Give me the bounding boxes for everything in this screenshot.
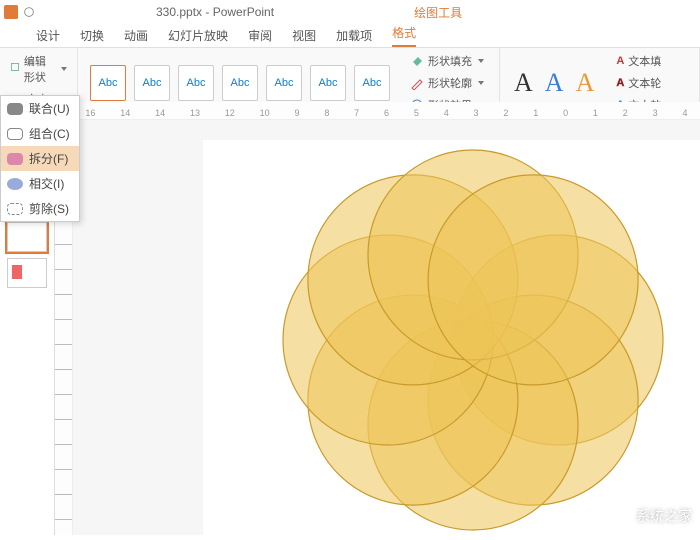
merge-subtract[interactable]: 剪除(S) <box>1 196 79 221</box>
house-icon <box>600 503 630 529</box>
shape-style-6[interactable]: Abc <box>310 65 346 101</box>
text-fill-icon: A <box>616 55 624 67</box>
slide-thumb-3[interactable] <box>7 258 47 288</box>
pen-icon <box>410 76 424 90</box>
shape-outline-label: 形状轮廓 <box>428 75 472 91</box>
shape-style-4[interactable]: Abc <box>222 65 258 101</box>
merge-combine[interactable]: 组合(C) <box>1 121 79 146</box>
shape-style-2[interactable]: Abc <box>134 65 170 101</box>
merge-fragment[interactable]: 拆分(F) <box>1 146 79 171</box>
ribbon-tabs: 设计 切换 动画 幻灯片放映 审阅 视图 加载项 格式 <box>0 24 700 48</box>
tab-review[interactable]: 审阅 <box>248 27 272 44</box>
intersect-icon <box>7 178 23 190</box>
wordart-style-2[interactable]: A <box>545 68 564 98</box>
window-title: 330.pptx - PowerPoint <box>156 5 274 19</box>
text-outline-icon: A <box>616 77 624 89</box>
merge-shapes-menu: 联合(U) 组合(C) 拆分(F) 相交(I) 剪除(S) <box>0 95 80 222</box>
shape-fill-label: 形状填充 <box>428 53 472 69</box>
intersect-label: 相交(I) <box>29 175 64 192</box>
merge-union[interactable]: 联合(U) <box>1 96 79 121</box>
edit-shape-icon <box>10 62 20 76</box>
combine-label: 组合(C) <box>29 125 70 142</box>
contextual-tab-label: 绘图工具 <box>414 4 462 21</box>
text-fill-button[interactable]: A 文本填 <box>612 51 665 71</box>
tab-transitions[interactable]: 切换 <box>80 27 104 44</box>
tab-format[interactable]: 格式 <box>392 24 416 47</box>
shape-style-3[interactable]: Abc <box>178 65 214 101</box>
fragment-label: 拆分(F) <box>29 150 68 167</box>
shape-style-1[interactable]: Abc <box>90 65 126 101</box>
tab-slideshow[interactable]: 幻灯片放映 <box>168 27 228 44</box>
tab-animations[interactable]: 动画 <box>124 27 148 44</box>
subtract-label: 剪除(S) <box>29 200 69 217</box>
fragment-icon <box>7 153 23 165</box>
bucket-icon <box>410 54 424 68</box>
slide-canvas[interactable] <box>203 140 700 540</box>
union-label: 联合(U) <box>29 100 70 117</box>
text-fill-label: 文本填 <box>628 53 661 69</box>
wordart-style-1[interactable]: A <box>514 68 533 98</box>
edit-shape-label: 编辑形状 <box>24 53 55 85</box>
horizontal-ruler: 16141413121098765432101234 <box>73 102 700 120</box>
union-icon <box>7 103 23 115</box>
wordart-style-3[interactable]: A <box>576 68 595 98</box>
watermark-text: 系统之家 <box>636 506 692 526</box>
subtract-icon <box>7 203 23 215</box>
shape-fill-button[interactable]: 形状填充 <box>406 51 488 71</box>
tab-view[interactable]: 视图 <box>292 27 316 44</box>
shape-style-7[interactable]: Abc <box>354 65 390 101</box>
flower-shape[interactable] <box>273 140 673 540</box>
qat-icon[interactable] <box>22 5 36 19</box>
tab-addins[interactable]: 加载项 <box>336 27 372 44</box>
slide-thumb-2[interactable] <box>7 222 47 252</box>
edit-shape-button[interactable]: 编辑形状 <box>6 51 71 87</box>
shape-style-5[interactable]: Abc <box>266 65 302 101</box>
tab-design[interactable]: 设计 <box>36 27 60 44</box>
combine-icon <box>7 128 23 140</box>
watermark: 系统之家 <box>600 503 692 529</box>
text-outline-button[interactable]: A 文本轮 <box>612 73 665 93</box>
text-outline-label: 文本轮 <box>628 75 661 91</box>
app-icon <box>4 5 18 19</box>
shape-outline-button[interactable]: 形状轮廓 <box>406 73 488 93</box>
merge-intersect[interactable]: 相交(I) <box>1 171 79 196</box>
